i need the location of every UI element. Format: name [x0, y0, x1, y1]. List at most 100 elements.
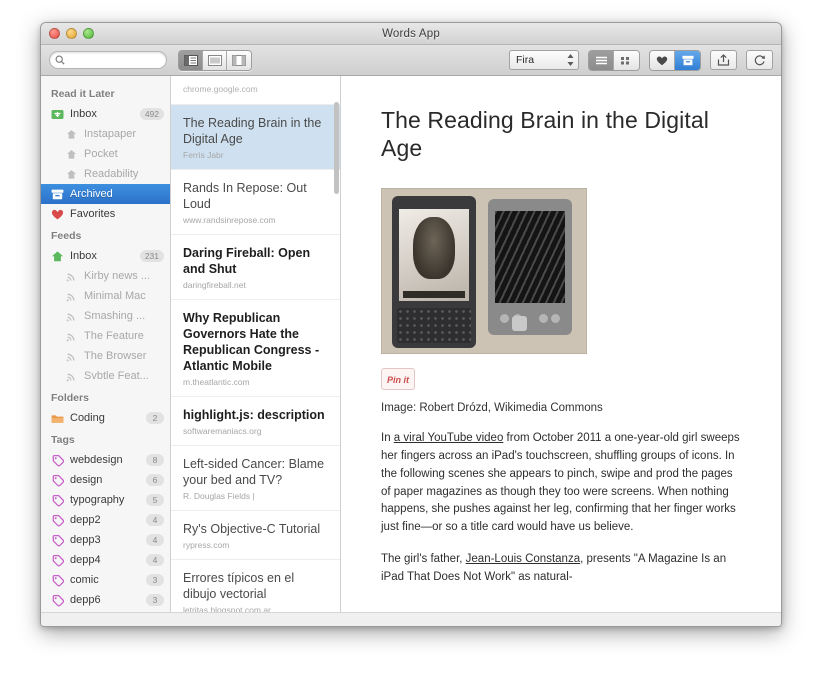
sidebar-item-smashing[interactable]: Smashing ... [41, 306, 170, 326]
sidebar-item-minimal-mac[interactable]: Minimal Mac [41, 286, 170, 306]
list-item[interactable]: Rands In Repose: Out Loud www.randsinrepo… [171, 170, 340, 235]
list-item-source: R. Douglas Fields | [183, 491, 255, 501]
sidebar-item-depp6[interactable]: depp6 3 [41, 590, 170, 610]
sidebar-item-badge: 231 [139, 249, 164, 263]
text-layout-segmented-control [588, 49, 640, 71]
article-inline-link[interactable]: Jean-Louis Constanza [466, 553, 580, 565]
list-item-source: softwaremaniacs.org [183, 426, 262, 436]
sidebar-item-label: Svbtle Feat... [84, 370, 149, 382]
sidebar-item-archived[interactable]: Archived [41, 184, 170, 204]
sidebar-item-label: depp6 [70, 594, 101, 606]
heart-icon [656, 55, 668, 65]
sidebar-item-favorites[interactable]: Favorites [41, 204, 170, 224]
sidebar-item-label: Favorites [70, 208, 116, 220]
list-item-title: Ry's Objective-C Tutorial [183, 522, 321, 536]
sidebar-item-readability[interactable]: Readability [41, 164, 170, 184]
list-item[interactable]: Left-sided Cancer: Blame your bed and TV… [171, 446, 340, 511]
refresh-icon [754, 55, 765, 66]
sidebar-item-label: Readability [84, 168, 139, 180]
article-title: The Reading Brain in the Digital Age [381, 107, 709, 162]
sidebar-section-header: Folders [51, 392, 89, 404]
sidebar-item-label: Pocket [84, 148, 118, 160]
tag-icon [51, 494, 64, 507]
font-select[interactable]: Fira [509, 50, 579, 70]
tag-icon [51, 594, 64, 607]
sidebar-item-typography[interactable]: typography 5 [41, 490, 170, 510]
minimize-button[interactable] [66, 28, 77, 39]
list-item-partial-top[interactable]: chrome.google.com [171, 76, 340, 105]
sidebar-section-header: Feeds [51, 230, 82, 242]
list-scrollbar-thumb[interactable] [334, 102, 339, 194]
sidebar-item-inbox[interactable]: Inbox 231 [41, 246, 170, 266]
single-pane-icon [207, 54, 222, 66]
sidebar-item-depp2[interactable]: depp2 4 [41, 510, 170, 530]
favorite-button[interactable] [650, 50, 675, 70]
grid-icon [621, 56, 629, 64]
split-view-button[interactable] [227, 50, 251, 70]
list-item[interactable]: Ry's Objective-C Tutorial rypress.com [171, 511, 340, 560]
image-caption: Image: Robert Drózd, Wikimedia Commons [381, 402, 603, 415]
sidebar-item-label: Inbox [70, 250, 97, 262]
list-item[interactable]: Why Republican Governors Hate the Republ… [171, 300, 340, 397]
home-green-icon [51, 250, 64, 263]
search-input[interactable] [65, 54, 161, 66]
toolbar-right-group: Fira [509, 49, 773, 71]
sidebar-item-depp3[interactable]: depp3 4 [41, 530, 170, 550]
single-pane-view-button[interactable] [203, 50, 227, 70]
pin-it-button[interactable]: Pin it [381, 368, 415, 391]
sidebar-item-badge: 4 [146, 513, 164, 527]
sidebar-item-webdesign[interactable]: webdesign 8 [41, 450, 170, 470]
list-item[interactable]: highlight.js: description softwaremaniacs… [171, 397, 340, 446]
list-item-title: Rands In Repose: Out Loud [183, 181, 307, 211]
sidebar-item-label: Kirby news ... [84, 270, 151, 282]
sidebar-item-coding[interactable]: Coding 2 [41, 408, 170, 428]
window-controls [49, 28, 94, 39]
sidebar-item-badge: 3 [146, 573, 164, 587]
article-list[interactable]: chrome.google.com The Reading Brain in t… [171, 76, 341, 626]
window-bottom-bar [41, 612, 781, 626]
sidebar-item-label: Archived [70, 188, 113, 200]
kindle-touch-device-icon [488, 199, 572, 336]
list-item-source: rypress.com [183, 540, 230, 550]
sidebar-item-instapaper[interactable]: Instapaper [41, 124, 170, 144]
sidebar-item-comic[interactable]: comic 3 [41, 570, 170, 590]
stepper-updown-icon[interactable] [567, 53, 574, 67]
sidebar-item-svbtle-feat[interactable]: Svbtle Feat... [41, 366, 170, 386]
sidebar-item-label: depp4 [70, 554, 101, 566]
list-layout-button[interactable] [589, 50, 614, 70]
article-inline-link[interactable]: a viral YouTube video [394, 432, 504, 444]
main-content: Read it Later Inbox 492 Instapaper Pocket Re… [41, 76, 781, 626]
article-figure [381, 188, 587, 355]
sidebar-item-the-browser[interactable]: The Browser [41, 346, 170, 366]
share-button[interactable] [710, 50, 737, 70]
sidebar-item-badge: 3 [146, 593, 164, 607]
article-paragraph: The girl's father, Jean-Louis Constanza,… [381, 551, 745, 587]
sidebar-item-kirby-news[interactable]: Kirby news ... [41, 266, 170, 286]
close-button[interactable] [49, 28, 60, 39]
list-item[interactable]: Daring Fireball: Open and Shut daringfire… [171, 235, 340, 300]
list-detail-view-button[interactable] [179, 50, 203, 70]
sidebar-item-badge: 5 [146, 493, 164, 507]
sidebar[interactable]: Read it Later Inbox 492 Instapaper Pocket Re… [41, 76, 171, 626]
tag-icon [51, 454, 64, 467]
list-item-title: highlight.js: description [183, 408, 325, 422]
list-item[interactable]: The Reading Brain in the Digital Age Ferr… [171, 105, 340, 170]
list-detail-icon [183, 54, 198, 66]
sidebar-item-pocket[interactable]: Pocket [41, 144, 170, 164]
paragraph-text-after: from October 2011 a one-year-old girl sw… [381, 432, 740, 534]
article-actions-segmented-control [649, 49, 701, 71]
zoom-button[interactable] [83, 28, 94, 39]
search-field[interactable] [49, 51, 167, 69]
archive-button[interactable] [675, 50, 700, 70]
sidebar-item-label: comic [70, 574, 99, 586]
sidebar-item-badge: 4 [146, 533, 164, 547]
sidebar-item-inbox[interactable]: Inbox 492 [41, 104, 170, 124]
list-item-title: Why Republican Governors Hate the Republ… [183, 311, 320, 373]
sidebar-item-label: typography [70, 494, 125, 506]
sidebar-item-the-feature[interactable]: The Feature [41, 326, 170, 346]
list-item-source: m.theatlantic.com [183, 377, 250, 387]
sidebar-item-depp4[interactable]: depp4 4 [41, 550, 170, 570]
grid-layout-button[interactable] [614, 50, 639, 70]
refresh-button[interactable] [746, 50, 773, 70]
sidebar-item-design[interactable]: design 6 [41, 470, 170, 490]
